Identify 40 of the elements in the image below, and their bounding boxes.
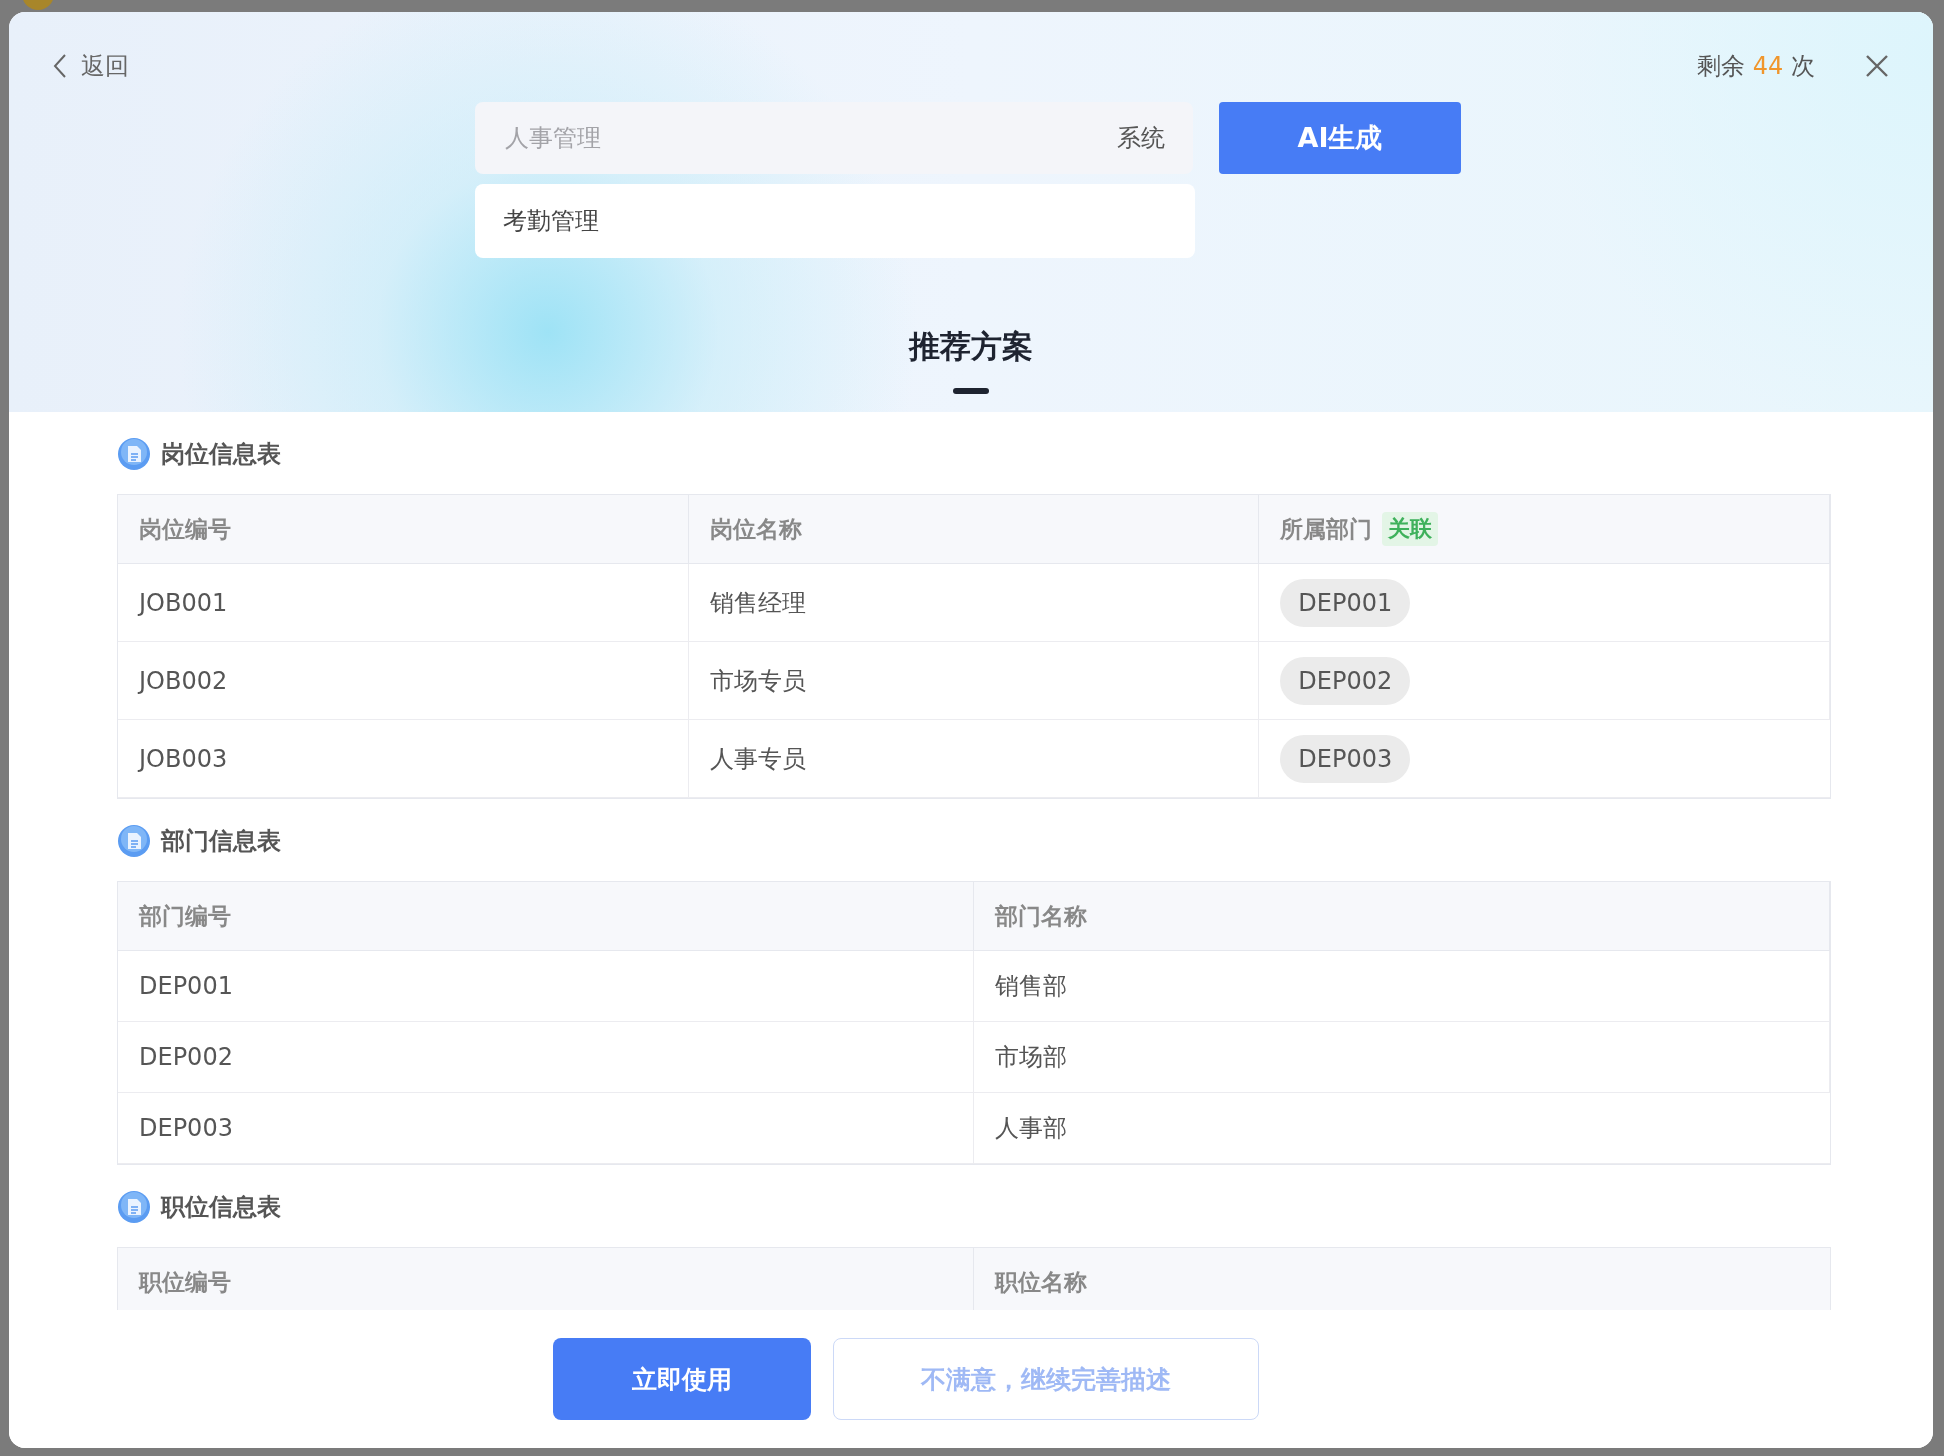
table-cell-text: 人事专员 bbox=[709, 743, 806, 775]
column-header: 岗位名称 bbox=[709, 514, 802, 544]
document-icon bbox=[117, 1190, 151, 1224]
department-chip: DEP003 bbox=[1280, 734, 1411, 783]
department-chip: DEP001 bbox=[1280, 578, 1411, 627]
search-field[interactable]: 人事管理 系统 bbox=[475, 102, 1193, 174]
table-cell-text: 市场专员 bbox=[709, 665, 806, 697]
table-cell: JOB001 bbox=[139, 588, 228, 617]
table-cell-text: 市场部 bbox=[995, 1042, 1067, 1073]
document-icon bbox=[117, 824, 151, 858]
column-header: 职位名称 bbox=[995, 1267, 1087, 1297]
table-title: 岗位信息表 bbox=[161, 439, 281, 470]
title-underline bbox=[953, 388, 989, 394]
back-button[interactable]: 返回 bbox=[53, 50, 129, 82]
remaining-count: 剩余 44 次 bbox=[1697, 51, 1815, 82]
column-header: 部门编号 bbox=[139, 901, 231, 931]
column-header: 岗位编号 bbox=[139, 514, 231, 544]
table-cell-text: 销售经理 bbox=[709, 587, 806, 619]
table-title: 部门信息表 bbox=[161, 826, 281, 857]
link-tag: 关联 bbox=[1382, 512, 1439, 546]
column-header: 职位编号 bbox=[139, 1267, 231, 1297]
close-icon[interactable] bbox=[1865, 54, 1889, 78]
table-cell-text: 销售部 bbox=[995, 971, 1067, 1002]
table-cell: DEP002 bbox=[139, 1043, 233, 1071]
table-cell: DEP003 bbox=[139, 1114, 233, 1142]
ai-generate-button[interactable]: AI生成 bbox=[1219, 102, 1461, 174]
table-cell-text: 人事部 bbox=[995, 1113, 1067, 1144]
table-cell: DEP001 bbox=[139, 972, 233, 1000]
suggestion-item[interactable]: 考勤管理 bbox=[475, 184, 1195, 258]
table-cell: JOB003 bbox=[139, 744, 228, 773]
search-input[interactable]: 人事管理 bbox=[503, 123, 1117, 153]
document-icon bbox=[117, 437, 151, 471]
column-header: 所属部门 bbox=[1280, 514, 1373, 544]
use-now-button[interactable]: 立即使用 bbox=[553, 1338, 811, 1420]
column-header: 部门名称 bbox=[995, 901, 1087, 931]
table-cell: JOB002 bbox=[139, 666, 228, 695]
section-title: 推荐方案 bbox=[909, 327, 1033, 366]
department-chip: DEP002 bbox=[1280, 656, 1411, 705]
table-title: 职位信息表 bbox=[161, 1192, 281, 1223]
chevron-left-icon bbox=[53, 53, 67, 79]
